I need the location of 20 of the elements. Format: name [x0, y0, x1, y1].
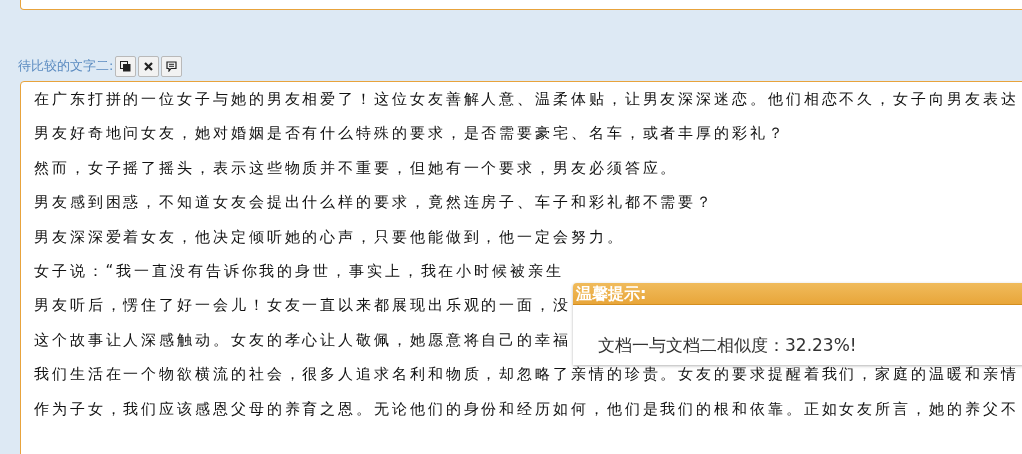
text-line: 男友好奇地问女友，她对婚姻是否有什么特殊的要求，是否需要豪宅、名车，或者丰厚的彩礼？	[34, 123, 786, 145]
text-line: 在广东打拼的一位女子与她的男友相爱了！这位女友善解人意、温柔体贴，让男友深深迷恋。他们相恋不久，女子向男友表达	[34, 89, 1019, 110]
text-area[interactable]	[20, 81, 1022, 454]
copy-icon	[120, 60, 132, 72]
field-label: 待比较的文字二:	[18, 57, 114, 75]
clear-button[interactable]	[138, 55, 160, 77]
text-line: 男友深深爱着女友，他决定倾听她的心声，只要他能做到，他一定会努力。	[34, 226, 625, 248]
text-line: 然而，女子摇了摇头，表示这些物质并不重要，但她有一个要求，男友必须答应。	[34, 157, 679, 179]
text-line: 女子说：“我一直没有告诉你我的身世，事实上，我在小时候被亲生	[34, 261, 564, 283]
dialog-message: 文档一与文档二相似度：32.23%!	[598, 335, 857, 355]
comment-icon	[166, 60, 178, 72]
text-line: 男友听后，愣住了好一会儿！女友一直以来都展现出乐观的一面，没	[34, 295, 571, 317]
comment-button[interactable]	[161, 55, 183, 77]
text-line: 这个故事让人深感触动。女友的孝心让人敬佩，她愿意将自己的幸福	[34, 329, 571, 351]
text-line: 作为子女，我们应该感恩父母的养育之恩。无论他们的身份和经历如何，他们是我们的根和依靠。正如女友所言，她的养父不	[34, 398, 1019, 420]
text-line: 我们生活在一个物欲横流的社会，很多人追求名利和物质，却忽略了亲情的珍贵。女友的要求提醒着我们，家庭的温暖和亲情	[34, 364, 1019, 386]
close-icon	[144, 61, 154, 71]
copy-button[interactable]	[115, 55, 137, 77]
dialog-title: 温馨提示:	[576, 284, 647, 303]
text-line: 男友感到困惑，不知道女友会提出什么样的要求，竟然连房子、车子和彩礼都不需要？	[34, 192, 715, 214]
